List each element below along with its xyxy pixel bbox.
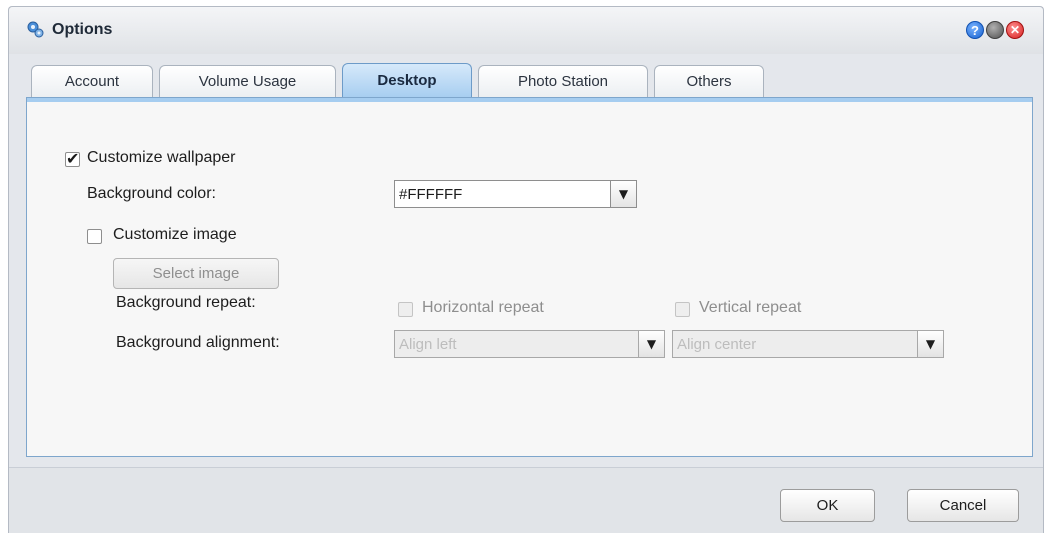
tab-volume-usage[interactable]: Volume Usage bbox=[159, 65, 336, 97]
vertical-alignment-value: Align center bbox=[677, 336, 757, 353]
minimize-icon[interactable] bbox=[986, 21, 1004, 39]
dialog-footer: OK Cancel bbox=[9, 467, 1043, 533]
help-icon[interactable]: ? bbox=[966, 21, 984, 39]
chevron-down-icon[interactable]: ▼ bbox=[638, 331, 664, 357]
cancel-button[interactable]: Cancel bbox=[907, 489, 1019, 522]
customize-wallpaper-checkbox[interactable] bbox=[65, 149, 80, 168]
customize-image-checkbox[interactable] bbox=[87, 229, 102, 244]
window-title: Options bbox=[52, 21, 113, 38]
ok-button[interactable]: OK bbox=[780, 489, 875, 522]
tab-account[interactable]: Account bbox=[31, 65, 153, 97]
tab-photo-station[interactable]: Photo Station bbox=[478, 65, 648, 97]
title-bar: Options ? ✕ bbox=[9, 7, 1043, 54]
customize-wallpaper-label: Customize wallpaper bbox=[87, 149, 236, 166]
options-gear-icon bbox=[25, 19, 45, 39]
select-image-button[interactable]: Select image bbox=[113, 258, 279, 289]
desktop-panel: Customize wallpaper Background color: #F… bbox=[26, 97, 1033, 457]
background-color-select[interactable]: #FFFFFF ▼ bbox=[394, 180, 637, 208]
background-alignment-label: Background alignment: bbox=[116, 334, 280, 351]
background-color-label: Background color: bbox=[87, 185, 216, 202]
tab-bar: Account Volume Usage Desktop Photo Stati… bbox=[9, 59, 1043, 98]
vertical-repeat-label: Vertical repeat bbox=[699, 299, 802, 316]
vertical-alignment-select[interactable]: Align center ▼ bbox=[672, 330, 944, 358]
horizontal-alignment-select[interactable]: Align left ▼ bbox=[394, 330, 665, 358]
horizontal-repeat-label: Horizontal repeat bbox=[422, 299, 544, 316]
tab-others[interactable]: Others bbox=[654, 65, 764, 97]
horizontal-alignment-value: Align left bbox=[399, 336, 457, 353]
chevron-down-icon[interactable]: ▼ bbox=[917, 331, 943, 357]
close-icon[interactable]: ✕ bbox=[1006, 21, 1024, 39]
tab-desktop[interactable]: Desktop bbox=[342, 63, 472, 98]
background-color-value: #FFFFFF bbox=[399, 186, 463, 203]
horizontal-repeat-checkbox[interactable] bbox=[398, 302, 413, 317]
chevron-down-icon[interactable]: ▼ bbox=[610, 181, 636, 207]
background-repeat-label: Background repeat: bbox=[116, 294, 256, 311]
customize-image-label: Customize image bbox=[113, 226, 237, 243]
options-dialog: Options ? ✕ Account Volume Usage Desktop… bbox=[8, 6, 1044, 533]
vertical-repeat-checkbox[interactable] bbox=[675, 302, 690, 317]
panel-accent-bar bbox=[27, 98, 1032, 102]
